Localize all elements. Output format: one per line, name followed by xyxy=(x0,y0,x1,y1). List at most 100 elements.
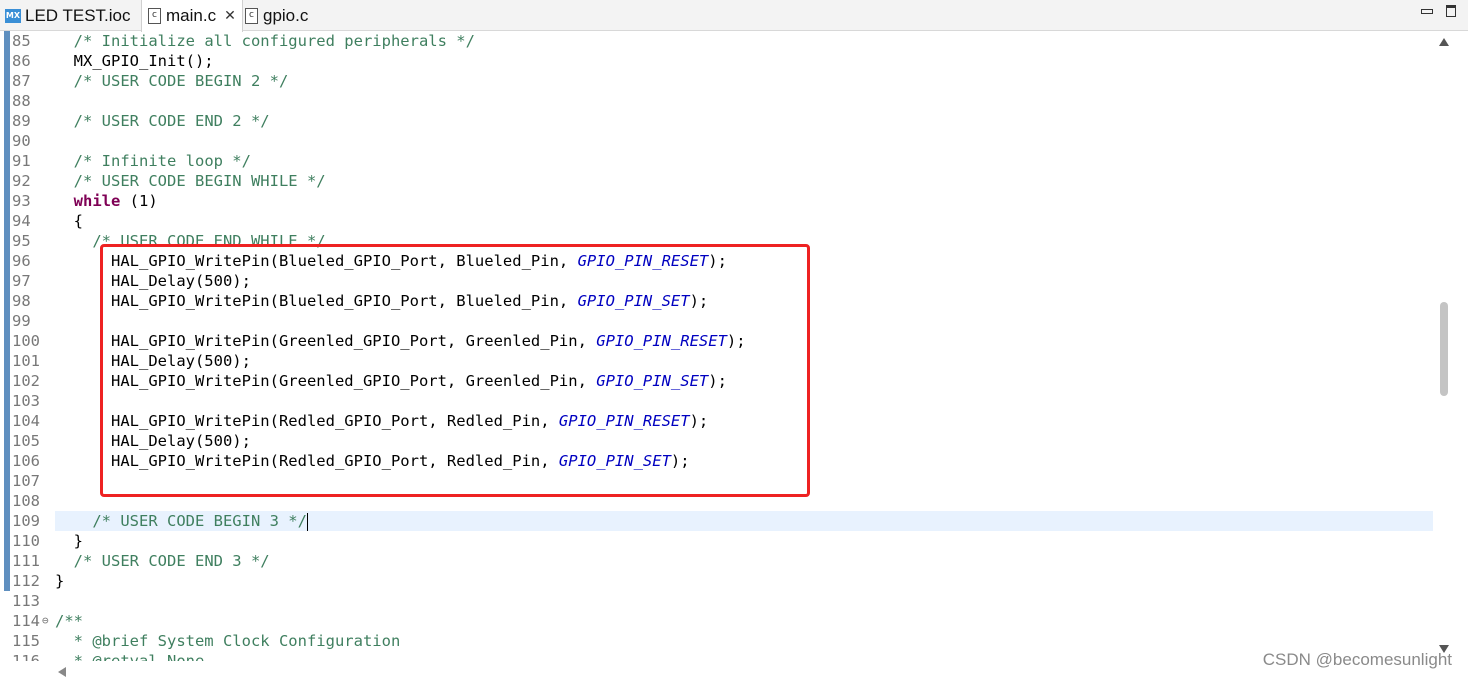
code-line[interactable]: 113 xyxy=(0,591,1434,611)
highlight-box xyxy=(100,244,810,497)
code-line[interactable]: 114 ⊖ /** xyxy=(0,611,1434,631)
code-line[interactable]: 110 } xyxy=(0,531,1434,551)
code-line[interactable]: 92 /* USER CODE BEGIN WHILE */ xyxy=(0,171,1434,191)
line-number: 96 xyxy=(12,252,31,270)
code-comment: * @brief System Clock Configuration xyxy=(55,632,401,650)
tab-label: gpio.c xyxy=(263,5,309,25)
line-number: 102 xyxy=(12,372,40,390)
tab-label: LED TEST.ioc xyxy=(25,5,131,25)
code-line[interactable]: 93 while (1) xyxy=(0,191,1434,211)
code-keyword: while xyxy=(73,192,121,210)
code-line[interactable]: 94 { xyxy=(0,211,1434,231)
scroll-left-icon[interactable] xyxy=(58,667,66,677)
code-editor[interactable]: 85 /* Initialize all configured peripher… xyxy=(0,31,1434,661)
line-number: 106 xyxy=(12,452,40,470)
code-line[interactable]: 87 /* USER CODE BEGIN 2 */ xyxy=(0,71,1434,91)
fold-toggle-icon[interactable]: ⊖ xyxy=(42,611,49,631)
line-number: 111 xyxy=(12,552,40,570)
c-file-icon: c xyxy=(148,8,161,24)
code-text: /** xyxy=(55,611,83,631)
code-token: } xyxy=(55,532,83,550)
line-number: 107 xyxy=(12,472,40,490)
scroll-up-icon[interactable] xyxy=(1439,38,1449,46)
code-text: * @retval None xyxy=(55,651,205,661)
code-line[interactable]: 111 /* USER CODE END 3 */ xyxy=(0,551,1434,571)
code-line[interactable]: 115 * @brief System Clock Configuration xyxy=(0,631,1434,651)
tab-label: main.c xyxy=(166,6,217,25)
line-number: 93 xyxy=(12,192,31,210)
line-number: 115 xyxy=(12,632,40,650)
line-number: 104 xyxy=(12,412,40,430)
line-number: 91 xyxy=(12,152,31,170)
code-comment: * @retval None xyxy=(55,652,205,661)
line-number: 113 xyxy=(12,592,40,610)
code-comment: /* Initialize all configured peripherals… xyxy=(73,32,475,50)
code-comment: /* USER CODE BEGIN 3 */ xyxy=(92,512,307,530)
line-number: 112 xyxy=(12,572,40,590)
code-line[interactable]: 88 xyxy=(0,91,1434,111)
code-text: /* USER CODE END 3 */ xyxy=(55,551,270,571)
line-number: 89 xyxy=(12,112,31,130)
code-token: (1) xyxy=(120,192,158,210)
code-comment: /* USER CODE END 2 */ xyxy=(73,112,270,130)
text-caret xyxy=(306,512,308,531)
code-text: /* USER CODE BEGIN 3 */ xyxy=(55,511,308,531)
code-line[interactable]: 89 /* USER CODE END 2 */ xyxy=(0,111,1434,131)
line-number: 90 xyxy=(12,132,31,150)
line-number: 109 xyxy=(12,512,40,530)
mx-icon: MX xyxy=(5,8,21,23)
code-line[interactable]: 85 /* Initialize all configured peripher… xyxy=(0,31,1434,51)
code-comment: /* Infinite loop */ xyxy=(73,152,251,170)
code-line[interactable]: 109 /* USER CODE BEGIN 3 */ xyxy=(0,511,1434,531)
code-text: MX_GPIO_Init(); xyxy=(55,51,214,71)
code-text: /* Initialize all configured peripherals… xyxy=(55,31,475,51)
code-text: } xyxy=(55,531,83,551)
code-text: /* Infinite loop */ xyxy=(55,151,251,171)
tab-led-test-ioc[interactable]: MX LED TEST.ioc xyxy=(5,0,131,31)
editor-tab-bar: MX LED TEST.ioc c main.c ✕ c gpio.c xyxy=(0,0,1468,32)
minimize-icon[interactable] xyxy=(1420,4,1434,18)
horizontal-scrollbar[interactable] xyxy=(55,661,1434,681)
tab-main-c[interactable]: c main.c ✕ xyxy=(141,0,243,32)
code-comment: /* USER CODE BEGIN WHILE */ xyxy=(73,172,326,190)
line-number: 94 xyxy=(12,212,31,230)
code-line[interactable]: 86 MX_GPIO_Init(); xyxy=(0,51,1434,71)
vertical-scroll-thumb[interactable] xyxy=(1440,302,1448,396)
line-number: 86 xyxy=(12,52,31,70)
line-number: 98 xyxy=(12,292,31,310)
code-line[interactable]: 116 * @retval None xyxy=(0,651,1434,661)
close-tab-icon[interactable]: ✕ xyxy=(224,8,236,24)
code-comment: /* USER CODE BEGIN 2 */ xyxy=(73,72,289,90)
code-comment: /** xyxy=(55,612,83,630)
line-number: 105 xyxy=(12,432,40,450)
code-text: /* USER CODE BEGIN 2 */ xyxy=(55,71,289,91)
code-text: * @brief System Clock Configuration xyxy=(55,631,401,651)
line-number: 101 xyxy=(12,352,40,370)
code-line[interactable]: 91 /* Infinite loop */ xyxy=(0,151,1434,171)
code-line[interactable]: 112} xyxy=(0,571,1434,591)
code-comment: /* USER CODE END 3 */ xyxy=(73,552,270,570)
line-number: 103 xyxy=(12,392,40,410)
line-number: 87 xyxy=(12,72,31,90)
code-text: /* USER CODE END 2 */ xyxy=(55,111,270,131)
line-number: 97 xyxy=(12,272,31,290)
line-number: 110 xyxy=(12,532,40,550)
tab-gpio-c[interactable]: c gpio.c xyxy=(245,0,308,31)
line-number: 88 xyxy=(12,92,31,110)
maximize-icon[interactable] xyxy=(1444,4,1458,18)
code-line[interactable]: 90 xyxy=(0,131,1434,151)
code-token: MX_GPIO_Init(); xyxy=(55,52,214,70)
c-file-icon: c xyxy=(245,7,258,24)
line-number: 85 xyxy=(12,32,31,50)
line-number: 114 xyxy=(12,612,40,630)
code-text: { xyxy=(55,211,83,231)
code-text: while (1) xyxy=(55,191,158,211)
